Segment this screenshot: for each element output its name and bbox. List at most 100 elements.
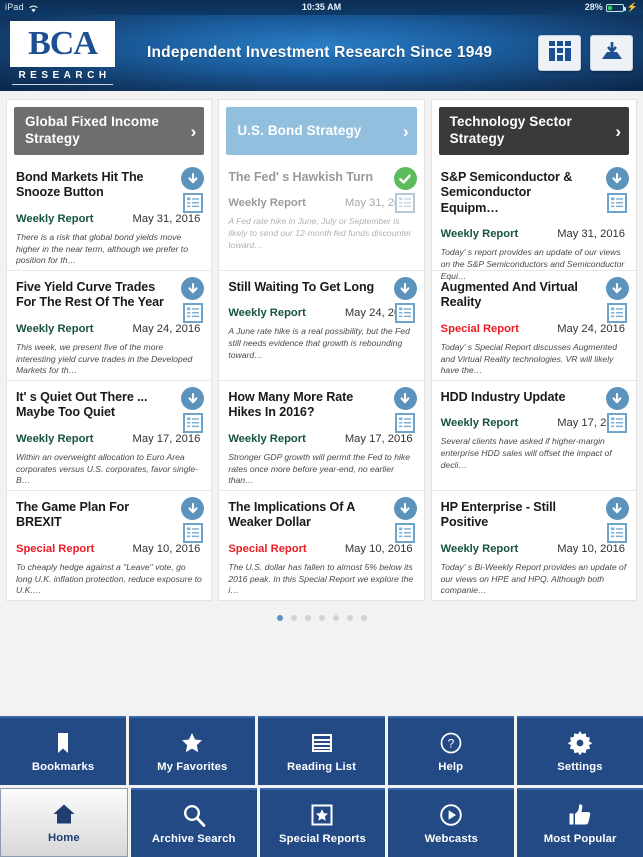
tab-label: Webcasts xyxy=(424,832,478,845)
download-icon[interactable] xyxy=(393,497,417,520)
card-actions xyxy=(605,387,629,433)
card-actions xyxy=(181,167,205,213)
document-preview-icon[interactable] xyxy=(607,303,628,323)
strategy-column: U.S. Bond Strategy › The Fed' s Hawkish T… xyxy=(218,99,425,601)
download-icon[interactable] xyxy=(181,167,205,190)
download-icon[interactable] xyxy=(393,277,417,300)
card-description: The U.S. dollar has fallen to almost 5% … xyxy=(228,561,414,596)
tab-my-favorites[interactable]: My Favorites xyxy=(129,716,256,785)
downloads-button[interactable] xyxy=(590,35,633,71)
bookmark-icon xyxy=(51,731,75,755)
document-preview-icon[interactable] xyxy=(395,193,416,213)
star-icon xyxy=(180,731,204,755)
card-title: The Fed' s Hawkish Turn xyxy=(228,170,373,184)
tab-archive-search[interactable]: Archive Search xyxy=(130,788,257,857)
page-indicator[interactable] xyxy=(0,601,643,635)
card-title: Still Waiting To Get Long xyxy=(228,280,375,294)
card-report-type: Special Report xyxy=(228,542,307,555)
card-description: Today' s Special Report discusses Augmen… xyxy=(440,341,617,376)
page-dot[interactable] xyxy=(290,615,297,621)
report-card[interactable]: It' s Quiet Out There ... Maybe Too Quie… xyxy=(7,380,212,490)
page-dot[interactable] xyxy=(360,615,367,621)
download-icon[interactable] xyxy=(181,497,205,520)
logo-underline xyxy=(12,84,113,85)
grid-view-button[interactable] xyxy=(538,35,581,71)
gear-icon xyxy=(567,730,592,755)
report-card[interactable]: Still Waiting To Get Long Weekly Report Ma… xyxy=(219,270,424,380)
report-card[interactable]: The Fed' s Hawkish Turn Weekly Report May … xyxy=(219,161,423,270)
download-icon[interactable] xyxy=(181,387,205,410)
card-meta: Weekly Report May 24, 2016 xyxy=(16,323,202,335)
card-title: Five Yield Curve Trades For The Rest Of … xyxy=(16,280,164,310)
document-preview-icon[interactable] xyxy=(395,413,416,433)
tab-label: Settings xyxy=(557,760,603,773)
star-box-icon xyxy=(310,803,334,827)
card-description: Within an overweight allocation to Euro … xyxy=(16,451,198,486)
download-icon[interactable] xyxy=(605,497,629,520)
document-preview-icon[interactable] xyxy=(607,523,628,543)
report-card[interactable]: Bond Markets Hit The Snooze Button Weekly… xyxy=(7,161,211,270)
card-actions xyxy=(605,277,629,323)
report-card[interactable]: Augmented And Virtual Reality Special Rep… xyxy=(431,270,636,380)
card-report-type: Weekly Report xyxy=(228,432,306,445)
tab-bookmarks[interactable]: Bookmarks xyxy=(0,716,127,785)
chevron-right-icon: › xyxy=(402,121,409,141)
document-preview-icon[interactable] xyxy=(607,413,628,433)
page-dot[interactable] xyxy=(318,615,325,621)
tab-label: Archive Search xyxy=(151,832,236,845)
report-card[interactable]: The Implications Of A Weaker Dollar Speci… xyxy=(219,490,424,600)
document-preview-icon[interactable] xyxy=(395,523,416,543)
card-date: May 10, 2016 xyxy=(557,542,625,555)
report-card[interactable]: S&P Semiconductor & Semiconductor Equipm… xyxy=(432,161,636,281)
document-preview-icon[interactable] xyxy=(182,193,203,213)
card-meta: Weekly Report May 31, 2016 xyxy=(441,228,627,240)
download-icon[interactable] xyxy=(605,277,629,300)
tab-special-reports[interactable]: Special Reports xyxy=(259,788,386,857)
document-preview-icon[interactable] xyxy=(182,303,203,323)
download-icon[interactable] xyxy=(393,387,417,410)
page-dot[interactable] xyxy=(346,615,353,621)
report-card[interactable]: Five Yield Curve Trades For The Rest Of … xyxy=(7,270,212,380)
column-header-button[interactable]: Global Fixed Income Strategy › xyxy=(14,107,205,155)
card-meta: Weekly Report May 17, 2016 xyxy=(228,433,414,445)
report-card[interactable]: How Many More Rate Hikes In 2016? Weekly … xyxy=(219,380,424,490)
card-date: May 17, 2016 xyxy=(132,432,201,445)
page-dot[interactable] xyxy=(276,615,283,621)
list-icon xyxy=(310,731,334,755)
card-report-type: Weekly Report xyxy=(16,432,94,445)
card-meta: Weekly Report May 10, 2016 xyxy=(441,543,627,555)
card-title: The Game Plan For BREXIT xyxy=(16,500,130,530)
page-dot[interactable] xyxy=(332,615,339,621)
page-dot[interactable] xyxy=(304,615,311,621)
download-icon[interactable] xyxy=(605,387,629,410)
card-title: S&P Semiconductor & Semiconductor Equipm… xyxy=(440,170,573,215)
tab-settings[interactable]: Settings xyxy=(516,716,643,785)
download-icon[interactable] xyxy=(181,277,205,300)
downloaded-check-icon[interactable] xyxy=(393,167,417,190)
tab-help[interactable]: ? Help xyxy=(387,716,514,785)
card-actions xyxy=(605,497,629,543)
document-preview-icon[interactable] xyxy=(607,193,628,213)
download-icon[interactable] xyxy=(605,167,629,190)
home-icon xyxy=(52,802,76,826)
question-circle-icon: ? xyxy=(439,731,463,755)
report-card[interactable]: The Game Plan For BREXIT Special Report Ma… xyxy=(7,490,212,600)
tab-home[interactable]: Home xyxy=(0,788,128,857)
card-report-type: Weekly Report xyxy=(440,417,519,430)
document-preview-icon[interactable] xyxy=(182,523,203,543)
status-bar-clock: 10:35 AM xyxy=(301,2,342,12)
tab-webcasts[interactable]: Webcasts xyxy=(388,788,515,857)
tab-most-popular[interactable]: Most Popular xyxy=(517,788,643,857)
strategy-column: Technology Sector Strategy › S&P Semicond… xyxy=(430,99,637,601)
document-preview-icon[interactable] xyxy=(182,413,203,433)
card-meta: Special Report May 10, 2016 xyxy=(16,543,202,555)
column-header-button[interactable]: Technology Sector Strategy › xyxy=(438,107,629,155)
card-title: The Implications Of A Weaker Dollar xyxy=(228,500,355,530)
report-card[interactable]: HDD Industry Update Weekly Report May 17, … xyxy=(431,380,636,490)
report-card[interactable]: HP Enterprise - Still Positive Weekly Rep… xyxy=(431,490,636,600)
column-header-button[interactable]: U.S. Bond Strategy › xyxy=(226,107,417,155)
document-preview-icon[interactable] xyxy=(395,303,416,323)
tab-reading-list[interactable]: Reading List xyxy=(258,716,385,785)
report-card-list: S&P Semiconductor & Semiconductor Equipm… xyxy=(431,161,636,600)
report-card-list: The Fed' s Hawkish Turn Weekly Report May … xyxy=(219,161,424,600)
